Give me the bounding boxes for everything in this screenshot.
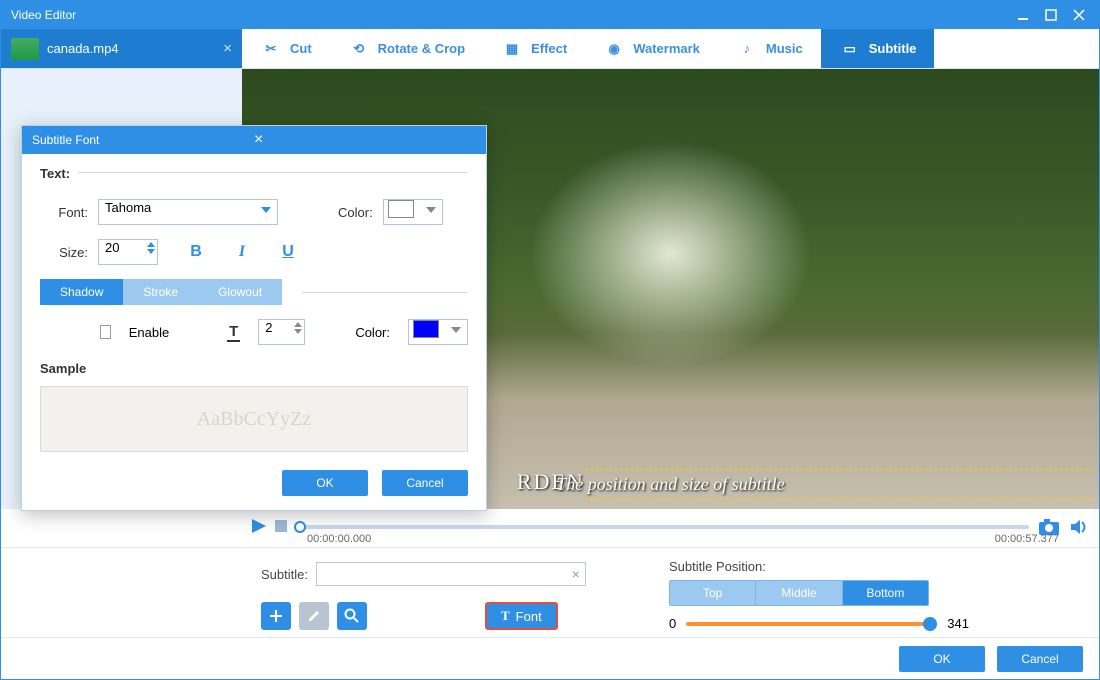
shadow-color-combo[interactable]: [408, 319, 468, 345]
text-color-swatch: [388, 200, 414, 218]
chevron-down-icon: [426, 207, 436, 213]
position-slider-thumb[interactable]: [923, 617, 937, 631]
enable-checkbox[interactable]: [100, 325, 111, 339]
shadow-color-label: Color:: [355, 325, 390, 340]
enable-label: Enable: [129, 325, 169, 340]
titlebar: Video Editor: [1, 1, 1099, 29]
ok-button[interactable]: OK: [899, 646, 985, 672]
sample-text: AaBbCcYyZz: [197, 408, 311, 431]
spinner-down-icon[interactable]: [147, 249, 155, 254]
subtitle-font-dialog: Subtitle Font × Text: Font: Tahoma Color…: [21, 125, 487, 511]
overlay-subtitle-text: The position and size of subtitle: [556, 474, 785, 495]
watermark-icon: ◉: [603, 38, 625, 60]
dialog-titlebar: Subtitle Font ×: [22, 126, 486, 154]
crop-icon: ⟲: [348, 38, 370, 60]
edit-subtitle-button[interactable]: [299, 602, 329, 630]
sample-label: Sample: [40, 361, 468, 376]
chevron-down-icon: [451, 327, 461, 333]
window-title: Video Editor: [11, 8, 1009, 22]
file-tab[interactable]: canada.mp4 ×: [1, 29, 242, 68]
file-close-icon[interactable]: ×: [223, 40, 232, 57]
tool-effect[interactable]: ▦Effect: [483, 29, 585, 68]
size-label: Size:: [40, 245, 88, 260]
font-label: Font:: [40, 205, 88, 220]
text-section-label: Text:: [40, 166, 78, 181]
size-spinner[interactable]: 20: [98, 239, 158, 265]
effect-tabs: Shadow Stroke Glowout: [40, 279, 282, 305]
italic-button[interactable]: I: [234, 243, 250, 261]
tool-music[interactable]: ♪Music: [718, 29, 821, 68]
position-label: Subtitle Position:: [669, 559, 969, 574]
tool-rotate-crop[interactable]: ⟲Rotate & Crop: [330, 29, 483, 68]
stop-button[interactable]: [274, 519, 288, 536]
text-color-combo[interactable]: [383, 199, 443, 225]
subtitle-icon: ▭: [839, 38, 861, 60]
shadow-color-swatch: [413, 320, 439, 338]
text-color-label: Color:: [338, 205, 373, 220]
music-note-icon: ♪: [736, 38, 758, 60]
time-total: 00:00:57.377: [995, 533, 1059, 545]
tab-stroke[interactable]: Stroke: [123, 279, 198, 305]
stroke-width-spinner[interactable]: 2: [258, 319, 304, 345]
minimize-button[interactable]: [1009, 5, 1037, 25]
position-segmented: Top Middle Bottom: [669, 580, 929, 606]
position-middle[interactable]: Middle: [756, 581, 842, 605]
spinner-up-icon[interactable]: [294, 322, 302, 327]
subtitle-label: Subtitle:: [261, 567, 308, 582]
font-combo[interactable]: Tahoma: [98, 199, 278, 225]
dialog-ok-button[interactable]: OK: [282, 470, 368, 496]
footer: OK Cancel: [1, 637, 1099, 679]
toolbar: ✂Cut ⟲Rotate & Crop ▦Effect ◉Watermark ♪…: [242, 29, 1099, 68]
tool-watermark[interactable]: ◉Watermark: [585, 29, 718, 68]
file-name: canada.mp4: [47, 41, 215, 56]
search-subtitle-button[interactable]: [337, 602, 367, 630]
cancel-button[interactable]: Cancel: [997, 646, 1083, 672]
volume-button[interactable]: [1069, 516, 1091, 538]
close-button[interactable]: [1065, 5, 1093, 25]
timeline-slider[interactable]: [294, 525, 1029, 529]
tool-cut[interactable]: ✂Cut: [242, 29, 330, 68]
play-button[interactable]: [250, 517, 268, 538]
position-panel: Subtitle Position: Top Middle Bottom 0 3…: [669, 559, 969, 631]
position-bottom[interactable]: Bottom: [843, 581, 928, 605]
text-icon: T: [501, 608, 510, 624]
clear-input-icon[interactable]: ×: [572, 566, 580, 582]
position-min: 0: [669, 616, 676, 631]
position-top[interactable]: Top: [670, 581, 756, 605]
position-slider[interactable]: [686, 622, 937, 626]
tab-glowout[interactable]: Glowout: [198, 279, 282, 305]
underline-button[interactable]: U: [280, 243, 296, 261]
bold-button[interactable]: B: [188, 243, 204, 261]
tab-shadow[interactable]: Shadow: [40, 279, 123, 305]
position-max: 341: [947, 616, 969, 631]
dialog-title: Subtitle Font: [32, 133, 254, 147]
text-width-icon: T: [227, 323, 240, 342]
spinner-down-icon[interactable]: [294, 329, 302, 334]
sample-preview: AaBbCcYyZz: [40, 386, 468, 452]
font-button[interactable]: T Font: [485, 602, 558, 630]
maximize-button[interactable]: [1037, 5, 1065, 25]
spinner-up-icon[interactable]: [147, 242, 155, 247]
scissors-icon: ✂: [260, 38, 282, 60]
filmstrip-icon: ▦: [501, 38, 523, 60]
timeline-thumb[interactable]: [294, 521, 306, 533]
chevron-down-icon: [261, 207, 271, 213]
file-thumbnail: [11, 38, 39, 60]
add-subtitle-button[interactable]: [261, 602, 291, 630]
dialog-cancel-button[interactable]: Cancel: [382, 470, 468, 496]
time-current: 00:00:00.000: [307, 533, 371, 545]
dialog-close-icon[interactable]: ×: [254, 131, 476, 149]
tool-subtitle[interactable]: ▭Subtitle: [821, 29, 935, 68]
subtitle-input[interactable]: [316, 562, 586, 586]
